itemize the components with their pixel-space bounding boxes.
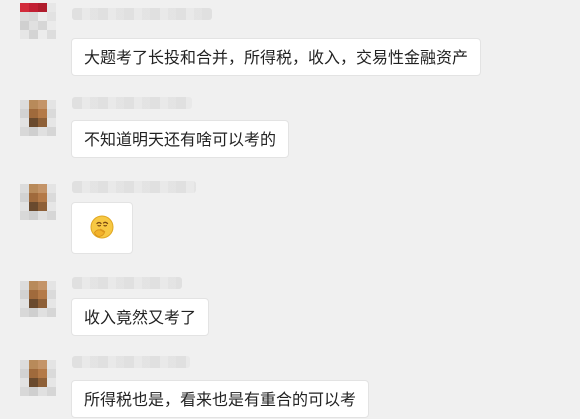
sender-name-blurred [72,356,190,368]
message-bubble[interactable]: 收入竟然又考了 [71,298,210,336]
thinking-face-icon [90,215,114,239]
avatar[interactable] [20,184,56,220]
avatar[interactable] [20,100,56,136]
message-text: 收入竟然又考了 [84,308,197,327]
message-text: 不知道明天还有啥可以考的 [84,130,277,149]
avatar[interactable] [20,281,56,317]
sender-name-blurred [72,277,182,289]
avatar[interactable] [20,360,56,396]
emoji-bubble[interactable] [71,202,133,254]
sender-name-blurred [72,97,192,109]
message-bubble[interactable]: 不知道明天还有啥可以考的 [71,120,290,158]
message-bubble[interactable]: 所得税也是，看来也是有重合的可以考 [71,380,370,418]
message-text: 所得税也是，看来也是有重合的可以考 [84,390,357,409]
message-bubble[interactable]: 大题考了长投和合并，所得税，收入，交易性金融资产 [71,38,482,76]
sender-name-blurred [72,8,212,20]
sender-name-blurred [72,181,196,193]
message-text: 大题考了长投和合并，所得税，收入，交易性金融资产 [84,48,469,67]
avatar[interactable] [20,3,56,39]
